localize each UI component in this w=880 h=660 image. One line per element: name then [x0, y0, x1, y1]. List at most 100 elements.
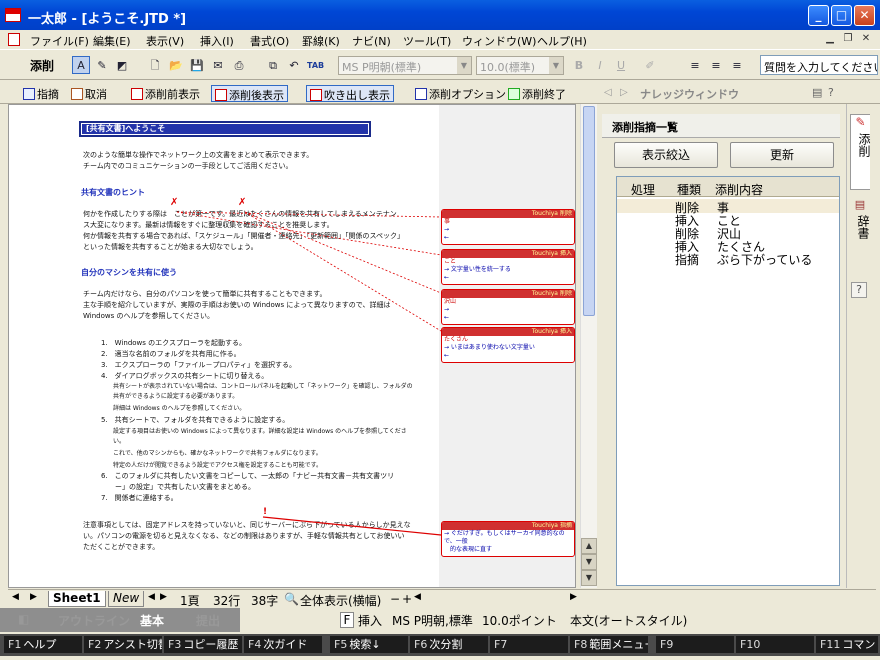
annotation-balloon[interactable]: 削除 Touchiya 事 → ←	[441, 209, 575, 245]
panel-help-icon[interactable]: ?	[828, 86, 834, 99]
hscroll-left-icon[interactable]: ◀	[414, 592, 421, 602]
tab-annotation[interactable]: ✎ 添削	[850, 114, 871, 190]
mdi-restore-icon[interactable]: ❐	[840, 33, 856, 47]
document-icon[interactable]	[8, 33, 20, 46]
help-search-input[interactable]: 質問を入力してください	[760, 55, 878, 75]
view-mode[interactable]: 全体表示(横幅)	[300, 592, 381, 609]
new-file-icon[interactable]: 🗋	[146, 56, 164, 74]
chevron-down-icon[interactable]: ▼	[549, 57, 563, 74]
col-header[interactable]: 添削内容	[715, 181, 763, 198]
tab-icon[interactable]: TAB	[306, 56, 324, 74]
undo-icon[interactable]: ↶	[285, 56, 303, 74]
menu-ruled-line[interactable]: 罫線(K)	[302, 33, 340, 49]
col-header[interactable]: 処理	[631, 181, 655, 198]
fkey-f7[interactable]: F7	[490, 636, 568, 653]
shape-icon[interactable]: ◩	[113, 56, 131, 74]
zoom-out-icon[interactable]: −	[390, 592, 400, 606]
scroll-thumb[interactable]	[583, 106, 595, 316]
pen-icon[interactable]: ✎	[93, 56, 111, 74]
fkey-f1[interactable]: F1 ヘルプ	[4, 636, 82, 653]
align-right-icon[interactable]: ≡	[728, 56, 746, 74]
balloon-view-button[interactable]: 吹き出し表示	[306, 85, 394, 102]
col-header[interactable]: 種類	[677, 181, 701, 198]
mode-outline[interactable]: アウトライン	[58, 612, 130, 629]
list-item[interactable]: 削除 沢山	[617, 225, 839, 241]
mdi-minimize-icon[interactable]: ▁	[822, 33, 838, 47]
filter-button[interactable]: 表示絞込	[614, 142, 718, 168]
mode-icon[interactable]: ◧	[18, 612, 29, 626]
mode-submit[interactable]: 提出	[196, 612, 220, 629]
cancel-button[interactable]: 取消	[68, 85, 110, 102]
fkey-f4[interactable]: F4 次ガイド	[244, 636, 322, 653]
last-sheet-icon[interactable]: ▶	[30, 592, 37, 602]
document-scrollbar[interactable]: ▲ ▼ ▼	[580, 104, 597, 588]
menu-help[interactable]: ヘルプ(H)	[537, 33, 587, 49]
zoom-in-icon[interactable]: +	[402, 592, 412, 606]
maximize-button[interactable]: □	[831, 5, 852, 26]
minimize-button[interactable]: _	[808, 5, 829, 26]
panel-menu-icon[interactable]: ▤	[812, 86, 822, 99]
bold-icon[interactable]: B	[570, 56, 588, 74]
scroll-right-icon[interactable]: ▶	[160, 592, 167, 602]
fkey-f8[interactable]: F8範囲メニュー	[570, 636, 648, 653]
forward-icon[interactable]: ▷	[620, 87, 628, 98]
scroll-next-page-icon[interactable]: ▼	[581, 570, 597, 586]
save-icon[interactable]: 💾	[188, 56, 206, 74]
fkey-f11[interactable]: F11コマンド	[816, 636, 878, 653]
menu-format[interactable]: 書式(O)	[250, 33, 289, 49]
font-status-icon[interactable]: F	[340, 612, 354, 628]
annotation-balloon[interactable]: 挿入 Touchiya たくさん → いまはあまり使わない文字量い ←	[441, 327, 575, 363]
annotation-balloon[interactable]: 削除 Touchiya 沢山 → ←	[441, 289, 575, 325]
back-icon[interactable]: ◁	[604, 87, 612, 98]
mode-basic[interactable]: 基本	[140, 612, 164, 629]
list-item[interactable]: 挿入 こと	[617, 212, 839, 228]
annotation-list[interactable]: 処理 種類 添削内容 削除事 挿入 こと 削除 沢山 挿入 たくさん 指摘 ぶら下がって…	[616, 176, 840, 586]
mail-icon[interactable]: ✉	[209, 56, 227, 74]
app-icon[interactable]	[5, 8, 21, 22]
annotation-end-button[interactable]: 添削終了	[505, 85, 569, 102]
scroll-left-icon[interactable]: ◀	[148, 592, 155, 602]
menu-tools[interactable]: ツール(T)	[403, 33, 451, 49]
font-combo[interactable]: MS P明朝(標準) ▼	[338, 56, 472, 75]
mdi-close-icon[interactable]: ✕	[858, 33, 874, 47]
copy-icon[interactable]: ⧉	[264, 56, 282, 74]
italic-icon[interactable]: I	[591, 56, 609, 74]
fkey-f3[interactable]: F3 コピー履歴	[164, 636, 242, 653]
before-view-button[interactable]: 添削前表示	[128, 85, 203, 102]
fkey-f5[interactable]: F5 検索↓	[330, 636, 408, 653]
align-left-icon[interactable]: ≡	[686, 56, 704, 74]
annotation-balloon[interactable]: 挿入 Touchiya こと → 文字量い性を統一する ←	[441, 249, 575, 285]
after-view-button[interactable]: 添削後表示	[211, 85, 288, 102]
help-icon[interactable]: ?	[851, 282, 867, 298]
update-button[interactable]: 更新	[730, 142, 834, 168]
print-icon[interactable]: ⎙	[230, 56, 248, 74]
menu-view[interactable]: 表示(V)	[146, 33, 184, 49]
list-item[interactable]: 指摘 ぶら下がっている	[617, 251, 839, 267]
fkey-f10[interactable]: F10	[736, 636, 814, 653]
sheet-tab-sheet1[interactable]: Sheet1	[48, 591, 106, 607]
scroll-down-icon[interactable]: ▼	[581, 554, 597, 570]
annotation-options-button[interactable]: 添削オプション	[412, 85, 509, 102]
text-mode-icon[interactable]: A	[72, 56, 90, 74]
menu-insert[interactable]: 挿入(I)	[200, 33, 234, 49]
zoom-search-icon[interactable]: 🔍	[284, 592, 299, 606]
highlight-icon[interactable]: ✐	[641, 56, 659, 74]
tab-dictionary[interactable]: ▤ 辞書	[850, 198, 870, 258]
menu-file[interactable]: ファイル(F)	[30, 33, 89, 49]
open-folder-icon[interactable]: 📂	[167, 56, 185, 74]
close-button[interactable]: ✕	[854, 5, 875, 26]
document-area[interactable]: [共有文書]へようこそ 次のような簡単な操作でネットワーク上の文書をまとめて表示…	[8, 104, 576, 588]
fkey-f2[interactable]: F2アシスト切替	[84, 636, 162, 653]
point-out-button[interactable]: 指摘	[20, 85, 62, 102]
align-center-icon[interactable]: ≡	[707, 56, 725, 74]
annotation-balloon[interactable]: 指摘 Touchiya → ぐだけすぎ。もしくはサーカイ同意的なので、一般 的な…	[441, 521, 575, 557]
fkey-f6[interactable]: F6 次分割	[410, 636, 488, 653]
scroll-up-icon[interactable]: ▲	[581, 538, 597, 554]
chevron-down-icon[interactable]: ▼	[457, 57, 471, 74]
underline-icon[interactable]: U	[612, 56, 630, 74]
list-item[interactable]: 削除事	[617, 199, 839, 215]
fkey-f9[interactable]: F9	[656, 636, 734, 653]
menu-window[interactable]: ウィンドウ(W)	[462, 33, 536, 49]
menu-edit[interactable]: 編集(E)	[93, 33, 131, 49]
list-item[interactable]: 挿入 たくさん	[617, 238, 839, 254]
